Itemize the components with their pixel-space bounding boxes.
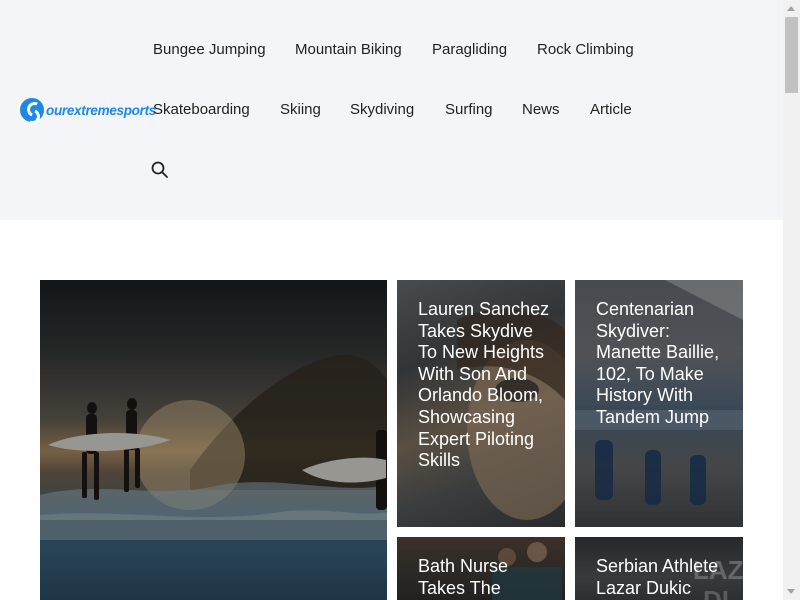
- logo-icon: [20, 98, 44, 122]
- nav-item-mountain-biking[interactable]: Mountain Biking: [295, 40, 402, 60]
- scroll-down-arrow-icon[interactable]: [787, 589, 795, 594]
- post-card[interactable]: Centenarian Skydiver: Manette Baillie, 1…: [575, 280, 743, 527]
- nav-item-skiing[interactable]: Skiing: [280, 100, 321, 120]
- nav-item-article[interactable]: Article: [590, 100, 632, 120]
- nav-item-rock-climbing[interactable]: Rock Climbing: [537, 40, 634, 60]
- featured-post-card[interactable]: [40, 280, 387, 600]
- site-header: ourextremesports Bungee Jumping Mountain…: [0, 0, 783, 220]
- scrollbar-thumb[interactable]: [785, 17, 798, 93]
- post-title: Lauren Sanchez Takes Skydive To New Heig…: [418, 299, 550, 471]
- post-title: Bath Nurse Takes The: [418, 556, 509, 598]
- post-card[interactable]: Lauren Sanchez Takes Skydive To New Heig…: [397, 280, 565, 527]
- logo-text: ourextremesports: [46, 102, 156, 118]
- nav-item-skydiving[interactable]: Skydiving: [350, 100, 414, 120]
- card-overlay: [40, 280, 387, 600]
- scroll-up-arrow-icon[interactable]: [787, 6, 795, 11]
- nav-item-bungee-jumping[interactable]: Bungee Jumping: [153, 40, 266, 60]
- search-icon: [151, 161, 168, 178]
- post-card[interactable]: LAZ DI Serbian Athlete Lazar Dukic: [575, 537, 743, 600]
- post-card[interactable]: Bath Nurse Takes The: [397, 537, 565, 600]
- nav-item-skateboarding[interactable]: Skateboarding: [153, 100, 250, 120]
- search-button[interactable]: [151, 161, 169, 179]
- nav-item-news[interactable]: News: [522, 100, 560, 120]
- vertical-scrollbar[interactable]: [783, 0, 800, 600]
- post-title: Serbian Athlete Lazar Dukic: [596, 556, 719, 598]
- post-title: Centenarian Skydiver: Manette Baillie, 1…: [596, 299, 720, 427]
- site-logo[interactable]: ourextremesports: [20, 97, 156, 123]
- page: ourextremesports Bungee Jumping Mountain…: [0, 0, 800, 600]
- nav-item-surfing[interactable]: Surfing: [445, 100, 493, 120]
- nav-item-paragliding[interactable]: Paragliding: [432, 40, 507, 60]
